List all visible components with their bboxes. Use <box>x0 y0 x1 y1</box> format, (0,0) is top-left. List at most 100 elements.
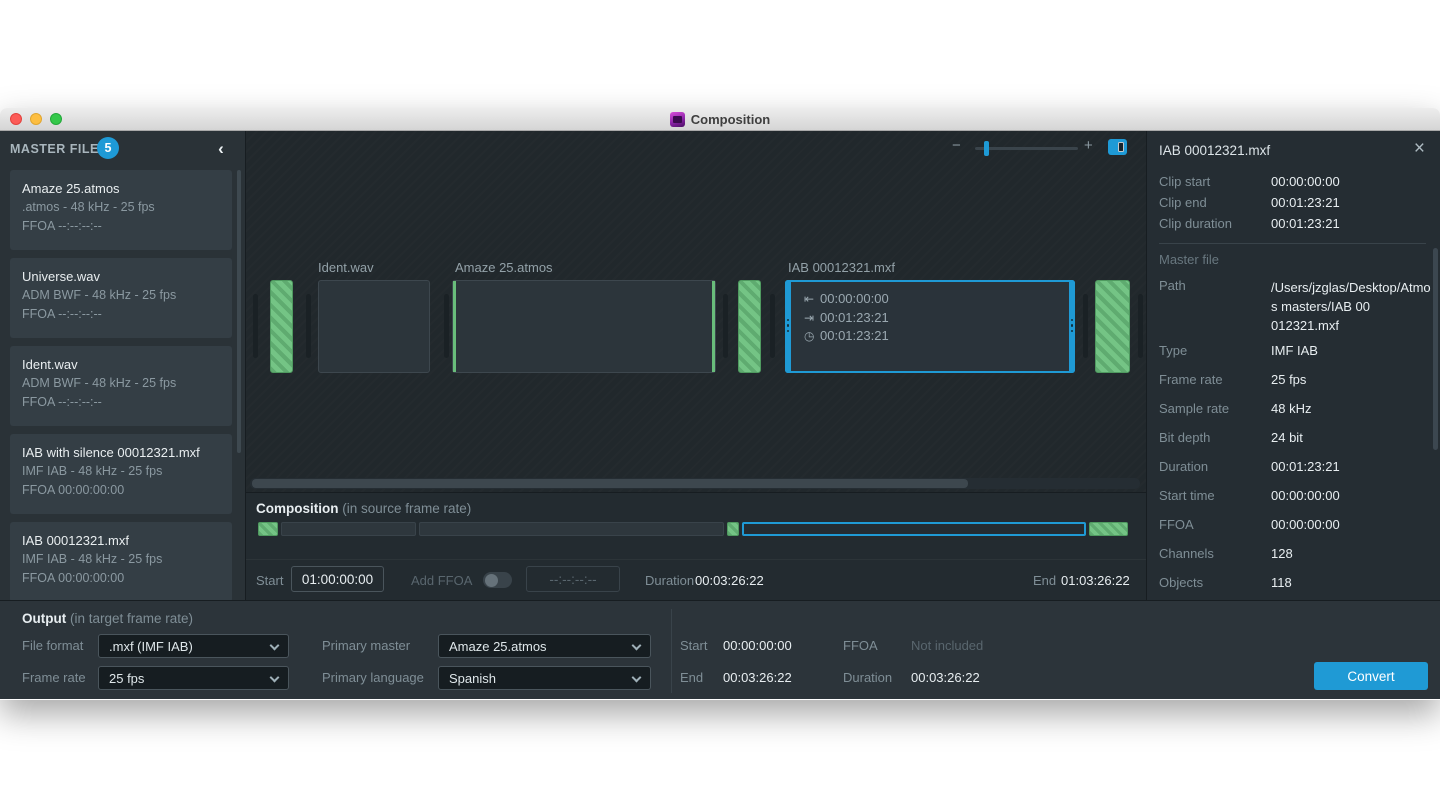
row-label: Frame rate <box>1159 372 1223 387</box>
toggle-inspector-panel-button[interactable] <box>1108 139 1127 155</box>
clip-trim-right-handle[interactable] <box>1069 280 1075 373</box>
clip-label: Amaze 25.atmos <box>455 260 553 275</box>
clip-gap-handle[interactable] <box>770 294 775 358</box>
master-file-item[interactable]: Amaze 25.atmos .atmos - 48 kHz - 25 fps … <box>10 170 232 250</box>
clip-gap-handle[interactable] <box>306 294 311 358</box>
clip-out-icon: ⇥ <box>804 309 820 328</box>
master-file-item[interactable]: Ident.wav ADM BWF - 48 kHz - 25 fps FFOA… <box>10 346 232 426</box>
zoom-in-icon[interactable]: + <box>1084 137 1093 154</box>
output-subtitle: (in target frame rate) <box>66 611 193 626</box>
clip-iab-selected[interactable]: ⇤00:00:00:00 ⇥00:01:23:21 ◷00:01:23:21 <box>785 280 1075 373</box>
row-label: Clip duration <box>1159 216 1232 231</box>
frame-rate-dropdown[interactable]: 25 fps <box>98 666 289 690</box>
master-file-item[interactable]: Universe.wav ADM BWF - 48 kHz - 25 fps F… <box>10 258 232 338</box>
clip-label: Ident.wav <box>318 260 374 275</box>
zoom-out-icon[interactable]: − <box>952 137 961 154</box>
divider <box>671 609 672 693</box>
row-value: 24 bit <box>1271 430 1303 445</box>
output-end-label: End <box>680 670 703 685</box>
duration-label: Duration <box>645 573 694 588</box>
chevron-down-icon <box>270 673 280 683</box>
row-label: Clip end <box>1159 195 1207 210</box>
sidebar-scrollbar[interactable] <box>237 170 241 453</box>
clip-label: IAB 00012321.mxf <box>788 260 895 275</box>
row-label: Sample rate <box>1159 401 1229 416</box>
clip-trim-left-handle[interactable] <box>785 280 791 373</box>
clip-gap-handle[interactable] <box>1138 294 1143 358</box>
clip-out-value: 00:01:23:21 <box>820 310 889 325</box>
toggle-knob <box>485 574 498 587</box>
clip-ident[interactable] <box>318 280 430 373</box>
start-label: Start <box>256 573 283 588</box>
timeline-horizontal-scrollbar[interactable] <box>250 478 1140 489</box>
clip-duration-value: 00:01:23:21 <box>820 328 889 343</box>
overview-segment-clip[interactable] <box>281 522 416 536</box>
master-file-ffoa: FFOA 00:00:00:00 <box>22 569 220 588</box>
row-label: Duration <box>1159 459 1208 474</box>
row-value: 00:01:23:21 <box>1271 195 1340 210</box>
master-files-count-badge: 5 <box>97 137 119 159</box>
clip-gap-handle[interactable] <box>1083 294 1088 358</box>
primary-language-value: Spanish <box>449 671 496 686</box>
inspector-scrollbar[interactable] <box>1433 248 1438 450</box>
composition-start-input[interactable] <box>291 566 384 592</box>
file-format-value: .mxf (IMF IAB) <box>109 639 193 654</box>
silence-clip[interactable] <box>270 280 293 373</box>
row-label: Start time <box>1159 488 1215 503</box>
file-format-label: File format <box>22 638 83 653</box>
overview-segment-selected[interactable] <box>742 522 1086 536</box>
clip-gap-handle[interactable] <box>253 294 258 358</box>
collapse-sidebar-icon[interactable]: ‹ <box>211 139 231 159</box>
master-file-format: IMF IAB - 48 kHz - 25 fps <box>22 550 220 569</box>
master-file-format: IMF IAB - 48 kHz - 25 fps <box>22 462 220 481</box>
file-format-dropdown[interactable]: .mxf (IMF IAB) <box>98 634 289 658</box>
chevron-down-icon <box>632 641 642 651</box>
timeline-scrollbar-thumb[interactable] <box>252 479 968 488</box>
close-icon[interactable]: × <box>1414 138 1425 160</box>
titlebar: Composition <box>0 108 1440 131</box>
output-title: Output <box>22 611 66 626</box>
master-file-ffoa: FFOA 00:00:00:00 <box>22 481 220 500</box>
duration-value: 00:03:26:22 <box>695 573 764 588</box>
row-value: 118 <box>1271 575 1292 590</box>
primary-language-dropdown[interactable]: Spanish <box>438 666 651 690</box>
convert-button[interactable]: Convert <box>1314 662 1428 690</box>
master-file-format: ADM BWF - 48 kHz - 25 fps <box>22 374 220 393</box>
overview-segment-green[interactable] <box>727 522 739 536</box>
composition-strip: Composition (in source frame rate) Start… <box>246 492 1146 600</box>
output-start-label: Start <box>680 638 707 653</box>
zoom-slider-handle[interactable] <box>984 141 989 156</box>
silence-clip[interactable] <box>1095 280 1130 373</box>
row-value: 48 kHz <box>1271 401 1311 416</box>
frame-rate-value: 25 fps <box>109 671 144 686</box>
clip-gap-handle[interactable] <box>444 294 449 358</box>
chevron-down-icon <box>632 673 642 683</box>
master-file-item[interactable]: IAB 00012321.mxf IMF IAB - 48 kHz - 25 f… <box>10 522 232 600</box>
primary-master-dropdown[interactable]: Amaze 25.atmos <box>438 634 651 658</box>
master-file-section-title: Master file <box>1159 252 1219 267</box>
overview-segment-green[interactable] <box>258 522 278 536</box>
row-label: Type <box>1159 343 1187 358</box>
output-end-value: 00:03:26:22 <box>723 670 792 685</box>
composition-subtitle: (in source frame rate) <box>339 501 472 516</box>
composition-title: Composition <box>256 501 339 516</box>
add-ffoa-toggle[interactable] <box>483 572 512 588</box>
zoom-slider[interactable] <box>975 147 1078 150</box>
clip-in-icon: ⇤ <box>804 290 820 309</box>
master-file-name: Ident.wav <box>22 355 220 374</box>
clip-amaze[interactable] <box>452 280 716 373</box>
app-icon <box>670 112 685 127</box>
overview-segment-green[interactable] <box>1089 522 1128 536</box>
panel-toggle-icon <box>1118 142 1124 152</box>
master-file-item[interactable]: IAB with silence 00012321.mxf IMF IAB - … <box>10 434 232 514</box>
frame-rate-label: Frame rate <box>22 670 86 685</box>
silence-clip[interactable] <box>738 280 761 373</box>
composition-controls: Start Add FFOA --:--:--:-- Duration 00:0… <box>246 559 1146 601</box>
overview-segment-clip[interactable] <box>419 522 724 536</box>
output-ffoa-value: Not included <box>911 638 983 653</box>
ffoa-timecode-field[interactable]: --:--:--:-- <box>526 566 620 592</box>
row-value: 00:01:23:21 <box>1271 459 1340 474</box>
master-file-name: Amaze 25.atmos <box>22 179 220 198</box>
output-duration-value: 00:03:26:22 <box>911 670 980 685</box>
clip-gap-handle[interactable] <box>723 294 728 358</box>
